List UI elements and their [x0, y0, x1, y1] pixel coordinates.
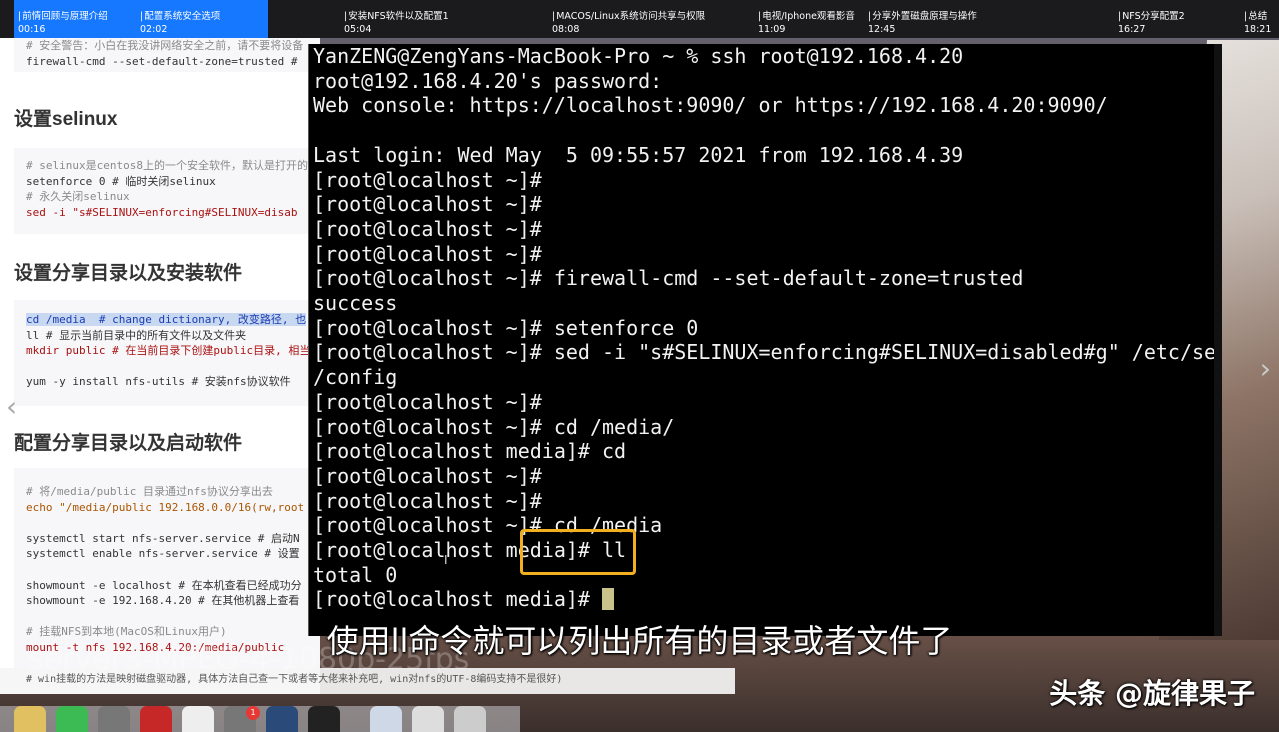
preview-icon[interactable] [412, 706, 444, 732]
video-chapter-bar: 前情回顾与原理介绍 00:16 配置系统安全选项 02:02 安装NFS软件以及… [0, 0, 1279, 38]
chevron-right-icon[interactable]: › [1260, 352, 1271, 385]
code-line: showmount -e 192.168.4.20 # 在其他机器上查看 [26, 594, 300, 608]
terminal-line: YanZENG@ZengYans-MacBook-Pro ~ % ssh roo… [313, 44, 964, 68]
terminal-window[interactable]: YanZENG@ZengYans-MacBook-Pro ~ % ssh roo… [308, 44, 1222, 636]
code-block-share-dir: cd /media # change dictionary, 改变路径, 也 l… [14, 300, 320, 406]
text-cursor-icon: I [444, 553, 448, 567]
code-line: firewall-cmd --set-default-zone=trusted … [26, 54, 298, 68]
chrome-icon[interactable] [182, 706, 214, 732]
terminal-line: /config [313, 365, 398, 390]
macos-dock: 1 [0, 706, 520, 732]
terminal-line: [root@localhost ~]# cd /media/ [313, 414, 675, 439]
code-line: yum -y install nfs-utils # 安装nfs协议软件 [26, 375, 291, 389]
section-title-config-share: 配置分享目录以及启动软件 [14, 433, 243, 454]
code-line: showmount -e localhost # 在本机查看已经成功分 [26, 578, 302, 592]
notification-badge: 1 [246, 706, 260, 720]
terminal-line: [root@localhost ~]# [313, 463, 542, 488]
code-line: systemctl start nfs-server.service # 启动N [26, 531, 300, 545]
terminal-line: [root@localhost ~]# [313, 192, 542, 217]
chapter-3[interactable]: 安装NFS软件以及配置1 05:04 [340, 0, 548, 38]
video-subtitle: 使用ll命令就可以列出所有的目录或者文件了 [0, 616, 1279, 662]
markdown-document[interactable]: # 安全警告：小白在我没讲网络安全之前，请不要将设备 firewall-cmd … [0, 38, 320, 694]
code-line: sed -i "s#SELINUX=enforcing#SELINUX=disa… [26, 205, 298, 219]
code-line: # 将/media/public 目录通过nfs协议分享出去 [26, 485, 273, 498]
terminal-line: [root@localhost ~]# setenforce 0 [313, 315, 699, 340]
terminal-cursor [601, 588, 614, 611]
terminal-scrollbar[interactable] [1214, 44, 1222, 636]
terminal-prompt-line[interactable]: [root@localhost media]# [313, 587, 614, 612]
terminal-line: [root@localhost media]# cd [313, 439, 627, 464]
chapter-1[interactable]: 前情回顾与原理介绍 00:16 [14, 0, 136, 38]
terminal-line: total 0 [313, 562, 398, 587]
code-line: mkdir public # 在当前目录下创建public目录, 相当 [26, 344, 311, 358]
chapter-8[interactable]: 总结 18:21 [1240, 0, 1279, 38]
section-title-selinux: 设置selinux [14, 109, 118, 130]
terminal-line: [root@localhost ~]# [313, 167, 542, 192]
photo-icon[interactable] [98, 706, 130, 732]
folder-icon[interactable] [370, 706, 402, 732]
finder-like-icon[interactable] [14, 706, 46, 732]
terminal-line: Last login: Wed May 5 09:55:57 2021 from… [313, 142, 964, 167]
terminal-line: success [313, 291, 398, 315]
author-credit: 头条 @旋律果子 [1049, 677, 1255, 710]
highlight-annotation-box [520, 529, 636, 575]
cad-icon[interactable] [140, 706, 172, 732]
code-line: systemctl enable nfs-server.service # 设置 [26, 547, 300, 561]
chevron-left-icon[interactable]: ‹ [6, 390, 17, 423]
safari-icon[interactable] [266, 706, 298, 732]
code-line: # selinux是centos8上的一个安全软件，默认是打开的 [26, 159, 308, 172]
subtitle-text: 使用ll命令就可以列出所有的目录或者文件了 [326, 622, 953, 660]
chapter-4[interactable]: MACOS/Linux系统访问共享与权限 08:08 [548, 0, 754, 38]
terminal-line: [root@localhost ~]# [313, 241, 542, 266]
code-block-firewall: # 安全警告：小白在我没讲网络安全之前，请不要将设备 firewall-cmd … [14, 38, 320, 72]
terminal-line: [root@localhost ~]# [313, 389, 542, 414]
code-line: setenforce 0 # 临时关闭selinux [26, 174, 216, 188]
code-line: ll # 显示当前目录中的所有文件以及文件夹 [26, 328, 247, 342]
terminal-line: root@192.168.4.20's password: [313, 68, 663, 93]
terminal-prompt: [root@localhost media]# [313, 587, 602, 612]
chapter-2[interactable]: 配置系统安全选项 02:02 [136, 0, 268, 38]
terminal-icon[interactable]: 1 [224, 706, 260, 732]
code-line: cd /media # change dictionary, 改变路径, 也 [26, 313, 307, 326]
section-title-share-dir: 设置分享目录以及安装软件 [14, 263, 243, 284]
terminal-line: [root@localhost ~]# [313, 488, 542, 513]
code-line: echo "/media/public 192.168.0.0/16(rw,ro… [26, 500, 305, 514]
trash-icon[interactable] [454, 706, 486, 732]
terminal-line: [root@localhost ~]# firewall-cmd --set-d… [313, 266, 1024, 291]
app-icon[interactable] [308, 706, 340, 732]
messages-icon[interactable] [56, 706, 88, 732]
terminal-line: [root@localhost ~]# sed -i "s#SELINUX=en… [313, 340, 1222, 365]
chapter-5[interactable]: 电视/Iphone观看影音 11:09 [754, 0, 864, 38]
chapter-6[interactable]: 分享外置磁盘原理与操作 12:45 [864, 0, 1114, 38]
code-block-selinux: # selinux是centos8上的一个安全软件，默认是打开的 setenfo… [14, 148, 320, 234]
terminal-line: [root@localhost ~]# [313, 216, 542, 241]
code-line: # 安全警告：小白在我没讲网络安全之前，请不要将设备 [26, 39, 304, 52]
terminal-line: Web console: https://localhost:9090/ or … [313, 93, 1108, 118]
chapter-7[interactable]: NFS分享配置2 16:27 [1114, 0, 1240, 38]
code-line: # 永久关闭selinux [26, 190, 130, 204]
